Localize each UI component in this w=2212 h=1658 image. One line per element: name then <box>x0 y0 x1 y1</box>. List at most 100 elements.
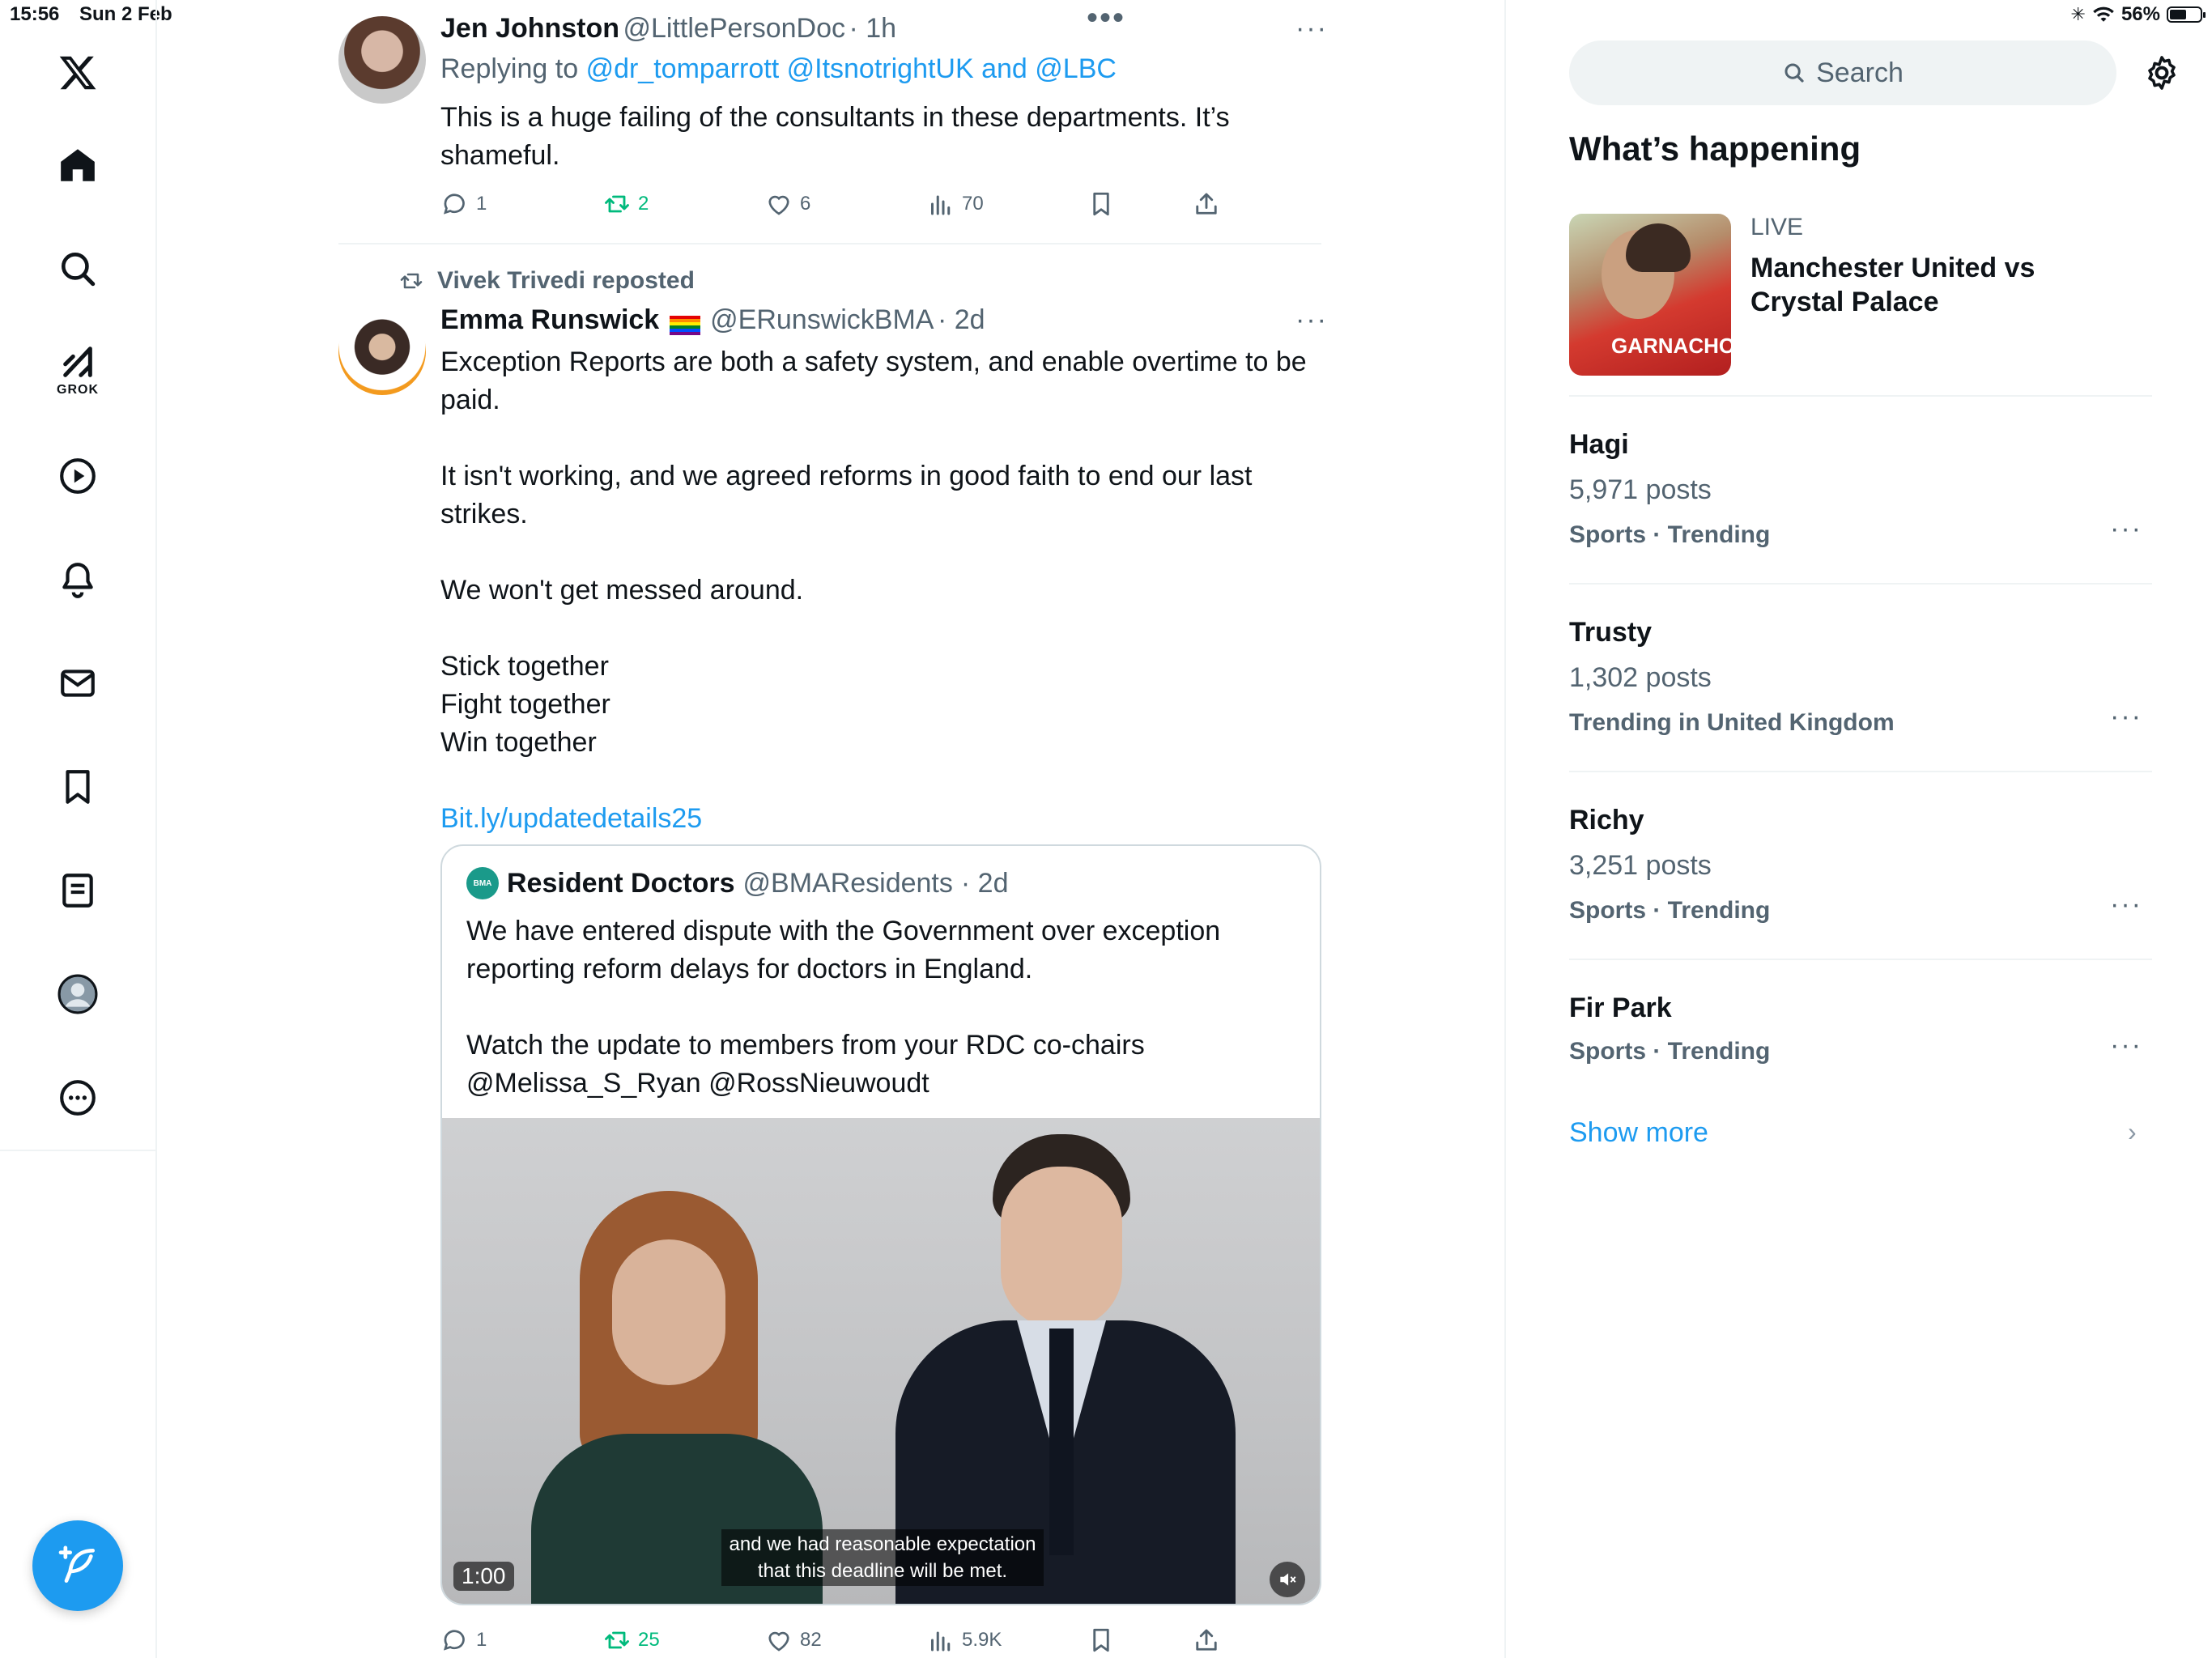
tweet2-text-line: paid. <box>440 385 500 415</box>
show-more-label: Show more <box>1569 1117 1708 1148</box>
tweet2-more-icon[interactable]: ··· <box>1295 304 1328 336</box>
tweet2-views-button[interactable]: 5.9K <box>926 1626 1002 1655</box>
trend-more-icon[interactable]: ··· <box>2110 701 2142 733</box>
tweet1-bookmark-button[interactable] <box>1087 189 1116 219</box>
trend-divider <box>1569 583 2152 585</box>
trend-more-icon[interactable]: ··· <box>2110 513 2142 545</box>
tweet1-views-button[interactable]: 70 <box>926 189 984 219</box>
trend-more-icon[interactable]: ··· <box>2110 1030 2142 1061</box>
search-icon[interactable] <box>37 228 118 309</box>
tweet2-time: · 2d <box>937 304 985 335</box>
notifications-icon[interactable] <box>37 539 118 620</box>
more-icon[interactable] <box>37 1057 118 1138</box>
show-more-link[interactable]: Show more › <box>1569 1117 2152 1158</box>
quote-text-line: @Melissa_S_Ryan @RossNieuwoudt <box>466 1068 929 1099</box>
reply-count: 1 <box>476 193 487 215</box>
trend-divider <box>1569 771 2152 772</box>
tweet1-like-button[interactable]: 6 <box>764 189 810 219</box>
search-input[interactable]: Search <box>1569 40 2116 105</box>
tweet2-author-name[interactable]: Emma Runswick <box>440 304 659 335</box>
tweet1-text-line: This is a huge failing of the consultant… <box>440 102 1230 133</box>
tweet2-reply-button[interactable]: 1 <box>440 1626 487 1655</box>
tweet2-text-line: strikes. <box>440 499 528 529</box>
lists-icon[interactable] <box>37 850 118 931</box>
live-trend-card[interactable]: GARNACHO LIVE Manchester United vs Cryst… <box>1569 214 2152 376</box>
trend-category: Trending in United Kingdom <box>1569 709 1895 736</box>
tweet1-text-line: shameful. <box>440 140 560 171</box>
chevron-right-icon: › <box>2128 1117 2137 1146</box>
settings-icon[interactable] <box>2142 53 2181 92</box>
trend-divider <box>1569 395 2152 397</box>
search-icon <box>1784 63 1804 83</box>
bookmarks-icon[interactable] <box>37 746 118 827</box>
trend-category: Sports · Trending <box>1569 897 1771 924</box>
quote-text-line: Watch the update to members from your RD… <box>466 1030 1145 1061</box>
repost-indicator-icon <box>400 273 423 289</box>
x-logo-icon[interactable] <box>37 32 118 113</box>
replying-handles[interactable]: @dr_tomparrott @ItsnotrightUK and @LBC <box>586 53 1117 84</box>
video-icon[interactable] <box>37 436 118 517</box>
views-count: 70 <box>962 193 984 215</box>
avatar-emma-runswick[interactable] <box>338 308 426 395</box>
views-icon <box>931 1631 951 1652</box>
tweet1-author-name[interactable]: Jen Johnston <box>440 13 619 44</box>
repost-by-text[interactable]: Vivek Trivedi reposted <box>437 267 695 295</box>
like-count: 82 <box>800 1629 822 1651</box>
video-caption: and we had reasonable expectation that t… <box>442 1529 1320 1586</box>
tweet2-text-line: Fight together <box>440 689 610 720</box>
nav-divider <box>0 1150 155 1151</box>
tweet2-share-button[interactable] <box>1192 1626 1221 1655</box>
tweet2-handle[interactable]: @ERunswickBMA <box>710 304 934 335</box>
trend-item[interactable]: Trusty 1,302 posts Trending in United Ki… <box>1569 601 2152 763</box>
tweet1-text: This is a huge failing of the consultant… <box>440 99 1331 175</box>
bma-avatar: BMA <box>466 867 499 899</box>
tweet2-text-line: Win together <box>440 727 597 758</box>
thread-more-icon[interactable]: ••• <box>1087 0 1125 36</box>
caption-line: and we had reasonable expectation <box>729 1533 1036 1555</box>
repost-icon <box>605 195 629 213</box>
tweet1-handle[interactable]: @LittlePersonDoc <box>623 13 845 44</box>
live-title-line: Crystal Palace <box>1750 287 1939 317</box>
grok-icon[interactable]: GROK <box>37 330 118 411</box>
tweet2-repost-button[interactable]: 25 <box>602 1626 660 1655</box>
rainbow-flag-icon <box>669 315 700 335</box>
tweet1-more-icon[interactable]: ··· <box>1295 13 1328 45</box>
tweet2-like-button[interactable]: 82 <box>764 1626 822 1655</box>
repost-indicator: Vivek Trivedi reposted <box>398 267 695 295</box>
profile-icon[interactable] <box>37 954 118 1035</box>
heart-icon <box>768 195 789 215</box>
tweet-divider <box>338 243 1321 244</box>
tweet1-repost-button[interactable]: 2 <box>602 189 649 219</box>
tweet1-replying: Replying to @dr_tomparrott @ItsnotrightU… <box>440 53 1117 85</box>
tweet1-reply-button[interactable]: 1 <box>440 189 487 219</box>
mute-icon[interactable] <box>1270 1562 1305 1597</box>
trend-item[interactable]: Fir Park Sports · Trending ··· <box>1569 976 2152 1073</box>
bookmark-icon <box>1093 192 1109 216</box>
quote-video[interactable]: and we had reasonable expectation that t… <box>442 1118 1320 1604</box>
tweet2-text-line: We won't get messed around. <box>440 575 804 606</box>
tweet2-header: Emma Runswick @ERunswickBMA · 2d <box>440 304 985 336</box>
quoted-tweet[interactable]: BMA Resident Doctors @BMAResidents · 2d … <box>440 844 1321 1605</box>
compose-button[interactable] <box>32 1520 123 1611</box>
trend-more-icon[interactable]: ··· <box>2110 889 2142 920</box>
trend-divider <box>1569 959 2152 960</box>
tweet2-text-line: Stick together <box>440 651 609 682</box>
trend-item[interactable]: Hagi 5,971 posts Sports · Trending ··· <box>1569 413 2152 575</box>
live-trend-title: Manchester United vs Crystal Palace <box>1750 251 2035 319</box>
like-count: 6 <box>800 193 811 215</box>
trend-item[interactable]: Richy 3,251 posts Sports · Trending ··· <box>1569 789 2152 950</box>
repost-count: 2 <box>638 193 649 215</box>
views-icon <box>931 195 951 215</box>
home-icon[interactable] <box>37 125 118 206</box>
grok-label: GROK <box>57 383 99 397</box>
tweet1-share-button[interactable] <box>1192 189 1221 219</box>
tweet2-link[interactable]: Bit.ly/updatedetails25 <box>440 800 1331 838</box>
quote-text: We have entered dispute with the Governm… <box>466 912 1308 1103</box>
live-trend-image: GARNACHO <box>1569 214 1731 376</box>
tweet2-bookmark-button[interactable] <box>1087 1626 1116 1655</box>
trend-count: 1,302 posts <box>1569 662 1712 693</box>
quote-handle: @BMAResidents <box>742 867 953 899</box>
quote-time: · 2d <box>960 867 1009 899</box>
avatar-jen-johnston[interactable] <box>338 16 426 104</box>
messages-icon[interactable] <box>37 643 118 724</box>
